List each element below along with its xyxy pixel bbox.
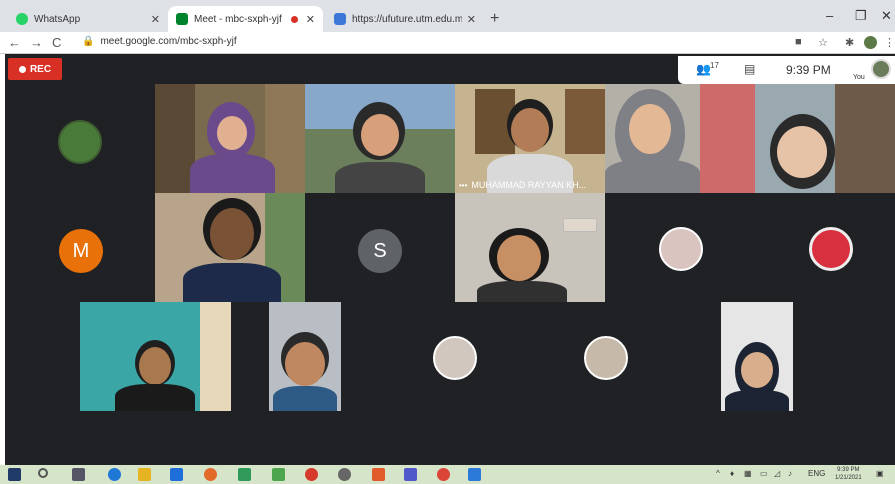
store-icon[interactable] [170, 468, 183, 481]
participant-avatar [809, 227, 853, 271]
participant-video[interactable] [755, 84, 895, 193]
url-field[interactable]: 🔒 meet.google.com/mbc-sxph-yjf [82, 36, 237, 47]
teams-icon[interactable] [404, 468, 417, 481]
participant-video[interactable] [155, 193, 305, 302]
participant-tile[interactable] [491, 302, 641, 411]
search-icon[interactable] [38, 468, 48, 478]
participant-count: 17 [710, 61, 719, 70]
back-icon[interactable]: ← [8, 35, 21, 50]
participant-tile[interactable]: M [5, 193, 155, 302]
tile-gap [641, 302, 721, 411]
tab-title: https://ufuture.utm.edu.my/acc [352, 13, 462, 25]
participant-video[interactable] [155, 84, 305, 193]
tab-meet[interactable]: Meet - mbc-sxph-yjf ✕ [168, 6, 323, 32]
meeting-time: 9:39 PM [786, 63, 831, 77]
excel-icon[interactable] [272, 468, 285, 481]
menu-icon[interactable]: ⋮ [884, 36, 895, 49]
participant-video[interactable] [605, 84, 755, 193]
star-icon[interactable]: ☆ [818, 36, 828, 49]
participant-avatar [584, 336, 628, 380]
camera-icon[interactable]: ■ [795, 36, 802, 48]
participant-video[interactable] [305, 84, 455, 193]
people-icon[interactable]: 👥 [696, 62, 711, 76]
language-indicator[interactable]: ENG [808, 469, 825, 478]
close-icon[interactable]: ✕ [306, 13, 315, 26]
tab-title: WhatsApp [34, 13, 81, 25]
task-view-icon[interactable] [72, 468, 85, 481]
meeting-info-bar: 👥 17 ▤ 9:39 PM You [678, 56, 895, 84]
participant-tile[interactable] [5, 84, 155, 193]
new-tab-button[interactable]: + [490, 10, 499, 28]
chrome-icon[interactable] [437, 468, 450, 481]
rec-label: REC [29, 63, 52, 75]
site-icon [334, 13, 346, 25]
file-explorer-icon[interactable] [138, 468, 151, 481]
tab-whatsapp[interactable]: WhatsApp ✕ [8, 6, 168, 32]
taskbar-clock[interactable]: 9:39 PM 1/21/2021 [835, 466, 862, 482]
url-text: meet.google.com/mbc-sxph-yjf [100, 36, 237, 47]
app-icon[interactable] [305, 468, 318, 481]
forward-icon[interactable]: → [30, 35, 43, 50]
lock-icon: 🔒 [82, 36, 95, 47]
tab-ufuture[interactable]: https://ufuture.utm.edu.my/acc ✕ [326, 6, 484, 32]
tray-chevron-icon[interactable]: ^ [716, 469, 720, 478]
clock-date: 1/21/2021 [835, 475, 862, 481]
browser-tab-strip: WhatsApp ✕ Meet - mbc-sxph-yjf ✕ https:/… [0, 0, 895, 32]
reload-icon[interactable]: C [52, 35, 61, 50]
participant-video[interactable] [455, 193, 605, 302]
participant-avatar: S [358, 229, 402, 273]
battery-icon[interactable]: ▭ [760, 469, 768, 478]
minimize-button[interactable]: – [826, 8, 833, 23]
tile-gap [5, 302, 80, 411]
participant-name-tag: ••• MUHAMMAD RAYYAN KH... [459, 180, 586, 190]
extensions-icon[interactable]: ✱ [845, 36, 854, 49]
whatsapp-icon [16, 13, 28, 25]
record-dot-icon [18, 65, 26, 73]
recording-dot-icon [290, 15, 298, 23]
app-icon[interactable] [238, 468, 251, 481]
participant-tile[interactable] [341, 302, 491, 411]
firefox-icon[interactable] [204, 468, 217, 481]
settings-icon[interactable] [338, 468, 351, 481]
meet-icon [176, 13, 188, 25]
participant-tile[interactable] [755, 193, 895, 302]
network-icon[interactable]: ◿ [774, 469, 780, 478]
participant-video[interactable]: ••• MUHAMMAD RAYYAN KH... [455, 84, 605, 193]
meet-window: REC 👥 17 ▤ 9:39 PM You ••• MUHAMMAD RAYYA… [5, 54, 895, 465]
clock-time: 9:39 PM [837, 467, 860, 473]
participant-tile[interactable]: S [305, 193, 455, 302]
self-label: You [853, 74, 865, 81]
start-icon[interactable] [8, 468, 21, 481]
close-icon[interactable]: ✕ [151, 13, 160, 26]
meet-top-strip: REC 👥 17 ▤ 9:39 PM You [5, 54, 895, 84]
participant-avatar: M [59, 229, 103, 273]
chat-icon[interactable]: ▤ [744, 62, 755, 76]
notification-icon[interactable]: ▣ [876, 469, 884, 478]
app-icon[interactable] [372, 468, 385, 481]
participant-tile[interactable] [605, 193, 755, 302]
participant-video[interactable] [80, 302, 231, 411]
volume-icon[interactable]: ♪ [788, 469, 792, 478]
close-icon[interactable]: ✕ [467, 13, 476, 26]
tray-icon[interactable]: ♦ [730, 469, 734, 478]
participant-avatar [659, 227, 703, 271]
participant-avatar [433, 336, 477, 380]
audio-level-icon: ••• [459, 180, 468, 190]
participant-video[interactable] [269, 302, 341, 411]
tray-icon[interactable]: ▦ [744, 469, 752, 478]
close-window-button[interactable]: ✕ [881, 8, 892, 24]
tab-title: Meet - mbc-sxph-yjf [194, 13, 282, 25]
app-icon[interactable] [468, 468, 481, 481]
edge-icon[interactable] [108, 468, 121, 481]
maximize-button[interactable]: ❐ [855, 8, 867, 24]
participant-video[interactable] [721, 302, 793, 411]
taskbar: ^ ♦ ▦ ▭ ◿ ♪ ENG 9:39 PM 1/21/2021 ▣ [0, 465, 895, 484]
recording-badge: REC [8, 58, 62, 80]
address-bar-row: ← → C 🔒 meet.google.com/mbc-sxph-yjf ■ ☆ … [0, 32, 895, 54]
participant-avatar [58, 120, 102, 164]
self-avatar[interactable] [871, 59, 891, 79]
participant-name: MUHAMMAD RAYYAN KH... [471, 180, 587, 190]
profile-avatar[interactable] [864, 36, 877, 49]
